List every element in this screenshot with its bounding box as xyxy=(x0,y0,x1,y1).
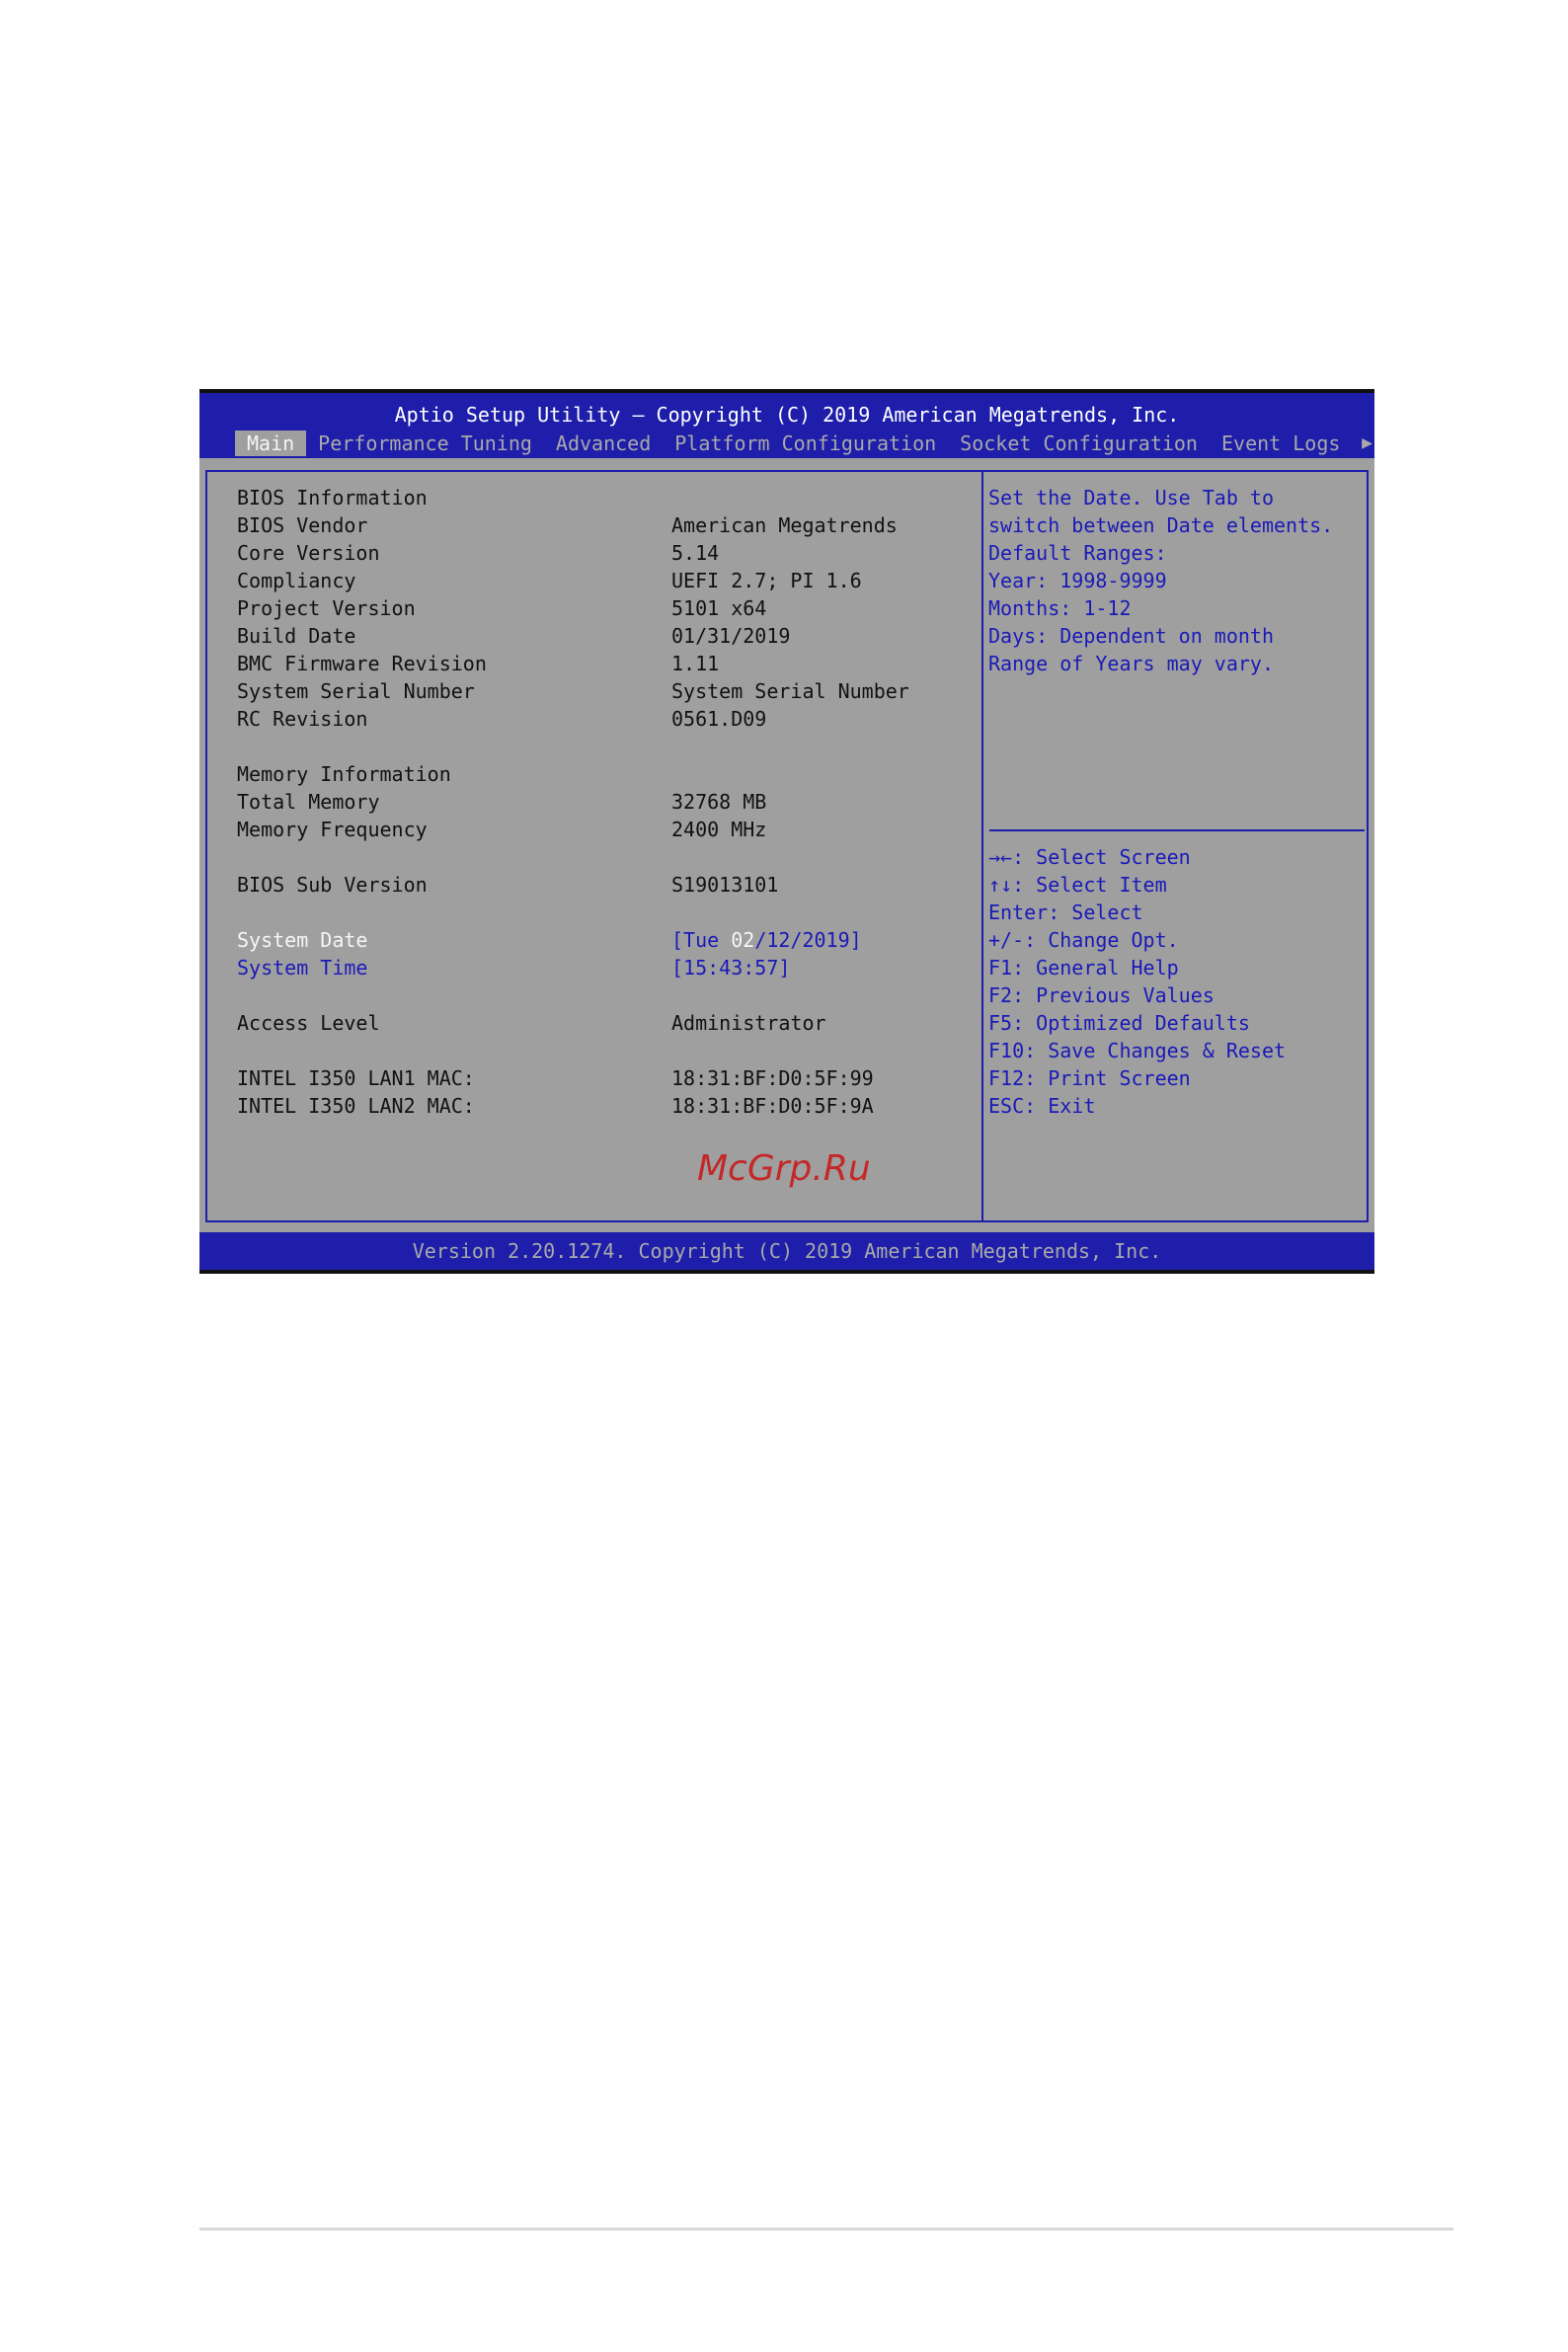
title-bar: Aptio Setup Utility – Copyright (C) 2019… xyxy=(199,393,1374,458)
system-date-label[interactable]: System Date xyxy=(237,926,367,954)
access-level-value: Administrator xyxy=(671,1011,826,1035)
build-date-value: 01/31/2019 xyxy=(671,624,791,648)
memory-frequency-value: 2400 MHz xyxy=(671,818,767,841)
bios-info-heading: BIOS Information xyxy=(237,486,428,510)
tab-performance-tuning[interactable]: Performance Tuning xyxy=(306,431,544,456)
lan2-mac-value: 18:31:BF:D0:5F:9A xyxy=(671,1094,874,1118)
rc-revision-value: 0561.D09 xyxy=(671,707,767,731)
compliancy-label: Compliancy xyxy=(237,569,356,592)
serial-number-value: System Serial Number xyxy=(671,679,909,703)
serial-number-label: System Serial Number xyxy=(237,679,475,703)
bios-vendor-value: American Megatrends xyxy=(671,513,898,537)
watermark: McGrp.Ru xyxy=(697,1148,871,1189)
help-line: Months: 1-12 xyxy=(988,596,1132,620)
project-version-value: 5101 x64 xyxy=(671,596,767,620)
page-rule xyxy=(199,2228,1453,2231)
access-level-label: Access Level xyxy=(237,1011,380,1035)
key-change-opt: +/-: Change Opt. xyxy=(988,928,1179,952)
tab-advanced[interactable]: Advanced xyxy=(544,431,663,456)
lan2-mac-label: INTEL I350 LAN2 MAC: xyxy=(237,1094,475,1118)
compliancy-value: UEFI 2.7; PI 1.6 xyxy=(671,569,862,592)
tab-platform-configuration[interactable]: Platform Configuration xyxy=(663,431,948,456)
key-previous-values: F2: Previous Values xyxy=(988,983,1215,1007)
system-time-field[interactable]: [15:43:57] xyxy=(671,954,790,981)
bios-setup-screen: Aptio Setup Utility – Copyright (C) 2019… xyxy=(199,389,1374,1274)
total-memory-value: 32768 MB xyxy=(671,790,767,814)
help-line: Days: Dependent on month xyxy=(988,624,1274,648)
key-general-help: F1: General Help xyxy=(988,956,1179,980)
help-line: Year: 1998-9999 xyxy=(988,569,1167,592)
help-line: switch between Date elements. xyxy=(988,513,1334,537)
bmc-firmware-value: 1.11 xyxy=(671,652,720,675)
tab-bar: Main Performance Tuning Advanced Platfor… xyxy=(235,431,1352,456)
memory-frequency-label: Memory Frequency xyxy=(237,818,428,841)
utility-title: Aptio Setup Utility – Copyright (C) 2019… xyxy=(394,403,1180,427)
system-date-month-selected[interactable]: 02 xyxy=(731,928,754,952)
key-optimized-defaults: F5: Optimized Defaults xyxy=(988,1011,1250,1035)
key-enter-select: Enter: Select xyxy=(988,901,1143,924)
system-date-field[interactable]: [Tue 02/12/2019] xyxy=(671,926,862,954)
system-time-label[interactable]: System Time xyxy=(237,954,367,981)
bmc-firmware-label: BMC Firmware Revision xyxy=(237,652,487,675)
lan1-mac-label: INTEL I350 LAN1 MAC: xyxy=(237,1066,475,1090)
system-date-suffix: /12/2019] xyxy=(754,928,862,952)
memory-info-heading: Memory Information xyxy=(237,762,451,786)
project-version-label: Project Version xyxy=(237,596,416,620)
help-separator xyxy=(989,829,1365,831)
total-memory-label: Total Memory xyxy=(237,790,380,814)
bios-sub-version-value: S19013101 xyxy=(671,873,779,897)
content-frame: BIOS Information BIOS Vendor American Me… xyxy=(205,470,1369,1222)
tab-event-logs[interactable]: Event Logs xyxy=(1210,431,1352,456)
help-line: Range of Years may vary. xyxy=(988,652,1274,675)
help-line: Set the Date. Use Tab to xyxy=(988,486,1274,510)
rc-revision-label: RC Revision xyxy=(237,707,368,731)
right-arrow-icon[interactable]: ▶ xyxy=(1362,431,1372,456)
lan1-mac-value: 18:31:BF:D0:5F:99 xyxy=(671,1066,874,1090)
key-print-screen: F12: Print Screen xyxy=(988,1066,1191,1090)
key-exit: ESC: Exit xyxy=(988,1094,1096,1118)
key-save-reset: F10: Save Changes & Reset xyxy=(988,1039,1287,1062)
build-date-label: Build Date xyxy=(237,624,356,648)
version-footer: Version 2.20.1274. Copyright (C) 2019 Am… xyxy=(199,1232,1374,1270)
system-date-prefix: [Tue xyxy=(671,928,732,952)
tab-socket-configuration[interactable]: Socket Configuration xyxy=(948,431,1210,456)
panel-divider xyxy=(981,472,983,1220)
core-version-label: Core Version xyxy=(237,541,380,565)
bios-vendor-label: BIOS Vendor xyxy=(237,513,368,537)
tab-main[interactable]: Main xyxy=(235,431,307,456)
key-select-screen: →←: Select Screen xyxy=(988,845,1191,869)
key-select-item: ↑↓: Select Item xyxy=(988,873,1167,897)
core-version-value: 5.14 xyxy=(671,541,720,565)
bios-sub-version-label: BIOS Sub Version xyxy=(237,873,428,897)
help-line: Default Ranges: xyxy=(988,541,1167,565)
